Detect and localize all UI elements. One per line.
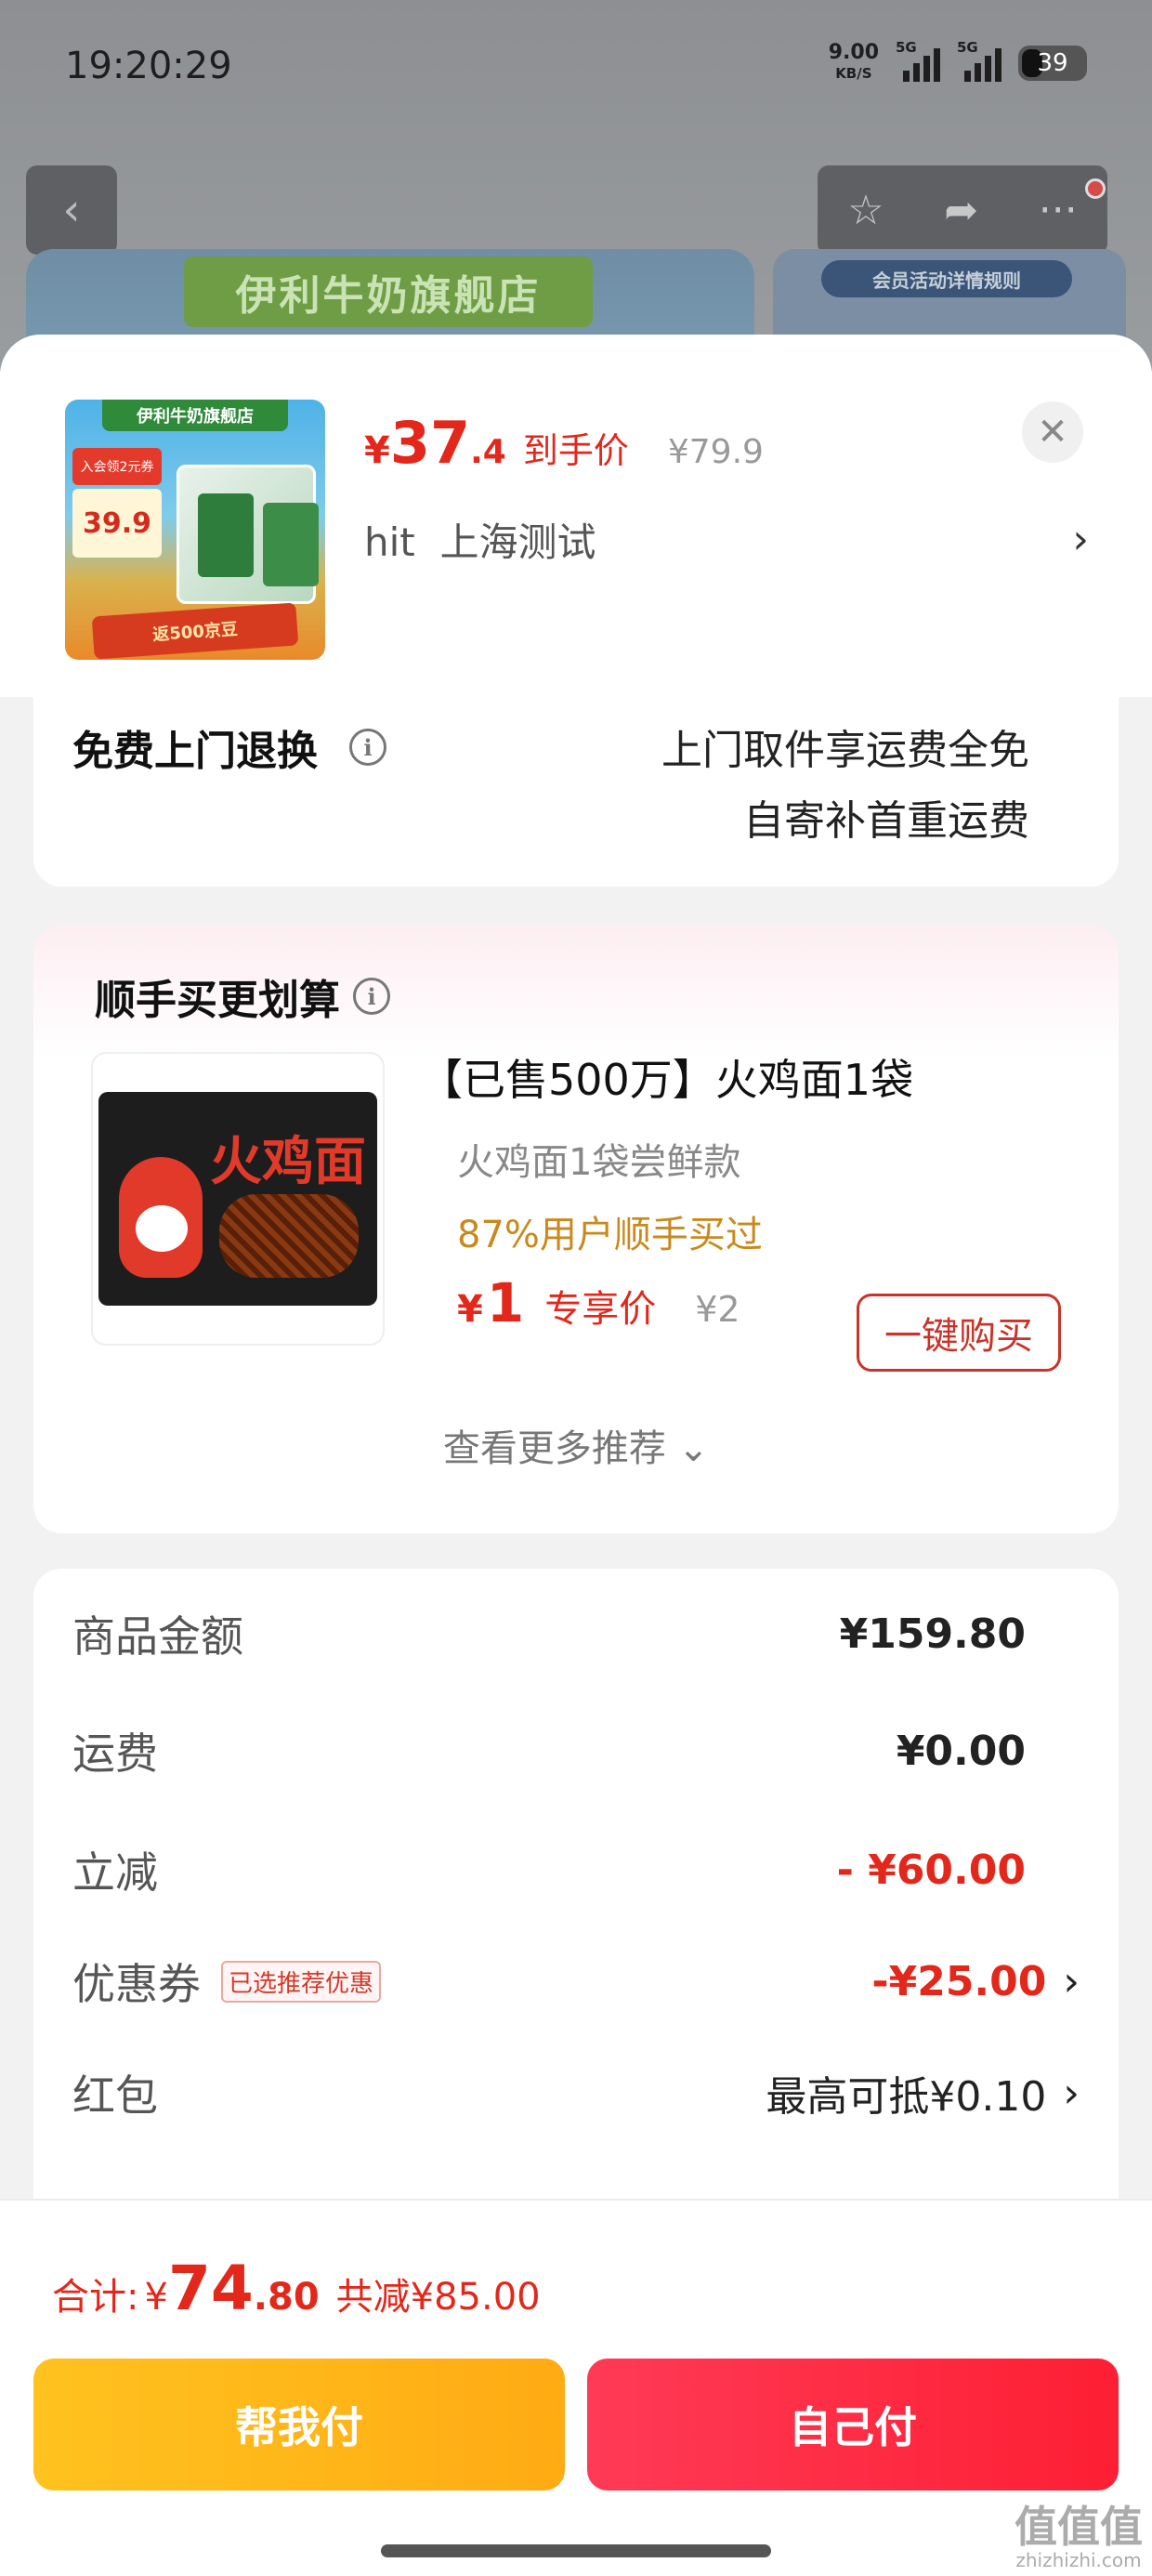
signal-icon: 5G [957,39,1001,82]
thumb-tag: 入会领2元券 [72,448,162,485]
summary-row-goods: 商品金额 ¥159.80 [72,1610,1026,1663]
coupon-badge: 已选推荐优惠 [221,1960,382,2003]
checkout-footer: 合计: ¥ 74 .80 共减¥85.00 帮我付 自己付 值值值 zhizhi… [0,2199,1152,2576]
return-details: 上门取件享运费全免 自寄补首重运费 [661,727,1029,845]
noodle-logo: 火鸡面 [210,1132,366,1192]
final-price-label: 到手价 [522,430,629,471]
noodle-package-image: 火鸡面 [98,1092,377,1306]
background-page: 19:20:29 9.00 KB/S 5G 5G 39 ‹ ☆ ➦ ··· 伊利… [0,0,1152,372]
chevron-right-icon: › [1063,2069,1080,2117]
close-button[interactable]: ✕ [1022,401,1083,463]
recommend-item-variant: 火鸡面1袋尝鲜款 [457,1141,741,1184]
recommend-item-price: ¥ 1 专享价 ¥2 [457,1271,740,1334]
share-icon: ➦ [944,186,979,234]
store-banner-title: 伊利牛奶旗舰店 [184,256,593,327]
summary-row-coupon[interactable]: 优惠券 已选推荐优惠 -¥25.00 › [72,1944,1080,2018]
info-icon[interactable]: i [349,729,386,766]
spec-text: hit 上海测试 [364,519,596,565]
signal-icon: 5G [896,39,940,82]
home-indicator[interactable] [381,2544,771,2557]
watermark: 值值值 zhizhizhi.com [1015,2502,1143,2571]
chicken-mascot [119,1157,203,1278]
notification-dot [1085,178,1106,199]
status-icons: 9.00 KB/S 5G 5G 39 [828,39,1087,84]
recommend-item-hint: 87%用户顺手买过 [457,1214,763,1256]
status-bar: 19:20:29 9.00 KB/S 5G 5G 39 [0,0,1152,139]
chevron-right-icon: › [1063,1957,1080,2005]
star-icon: ☆ [847,186,884,234]
chevron-down-icon: ⌄ [677,1427,710,1470]
member-rules-pill: 会员活动详情规则 [821,260,1072,297]
summary-row-shipping: 运费 ¥0.00 [72,1727,1026,1780]
recommend-card: 顺手买更划算 i 火鸡面 【已售500万】火鸡面1袋 火鸡面1袋尝鲜款 87%用… [33,926,1119,1533]
back-icon: ‹ [26,165,117,255]
summary-row-discount: 立减 - ¥60.00 [72,1846,1026,1899]
thumb-price-card: 39.9 [72,489,162,558]
summary-row-red-packet[interactable]: 红包 最高可抵¥0.10 › [72,2056,1080,2130]
ask-friend-pay-button[interactable]: 帮我付 [33,2359,565,2491]
chevron-right-icon: › [1072,516,1089,563]
return-title: 免费上门退换 i [72,717,386,777]
see-more-recommend[interactable]: 查看更多推荐 ⌄ [33,1418,1119,1472]
net-speed: 9.00 KB/S [828,41,879,83]
close-icon: ✕ [1037,411,1068,453]
recommend-item-name[interactable]: 【已售500万】火鸡面1袋 [420,1046,913,1108]
battery-icon: 39 [1018,46,1087,81]
recommend-item-image[interactable]: 火鸡面 [91,1052,385,1346]
top-actions: ☆ ➦ ··· [818,165,1107,255]
info-icon[interactable]: i [353,978,390,1015]
one-click-buy-button[interactable]: 一键购买 [857,1294,1061,1372]
thumb-band: 返500京豆 [91,602,299,660]
return-service-card: 免费上门退换 i 上门取件享运费全免 自寄补首重运费 [33,697,1119,887]
product-header: 伊利牛奶旗舰店 入会领2元券 39.9 返500京豆 ¥37.4 到手价 ¥79… [0,335,1152,697]
pay-myself-button[interactable]: 自己付 [587,2359,1119,2491]
milk-cartons-image [177,465,316,604]
more-icon: ··· [1038,186,1078,234]
noodle-picture [219,1194,359,1278]
order-total: 合计: ¥ 74 .80 共减¥85.00 [52,2253,541,2324]
final-price: ¥37.4 [364,409,506,477]
product-thumbnail[interactable]: 伊利牛奶旗舰店 入会领2元券 39.9 返500京豆 [65,400,325,660]
thumb-brand: 伊利牛奶旗舰店 [102,400,288,431]
spec-selector[interactable]: hit 上海测试 › [364,511,1089,568]
recommend-title: 顺手买更划算 i [95,966,390,1026]
price-row: ¥37.4 到手价 ¥79.9 [364,409,764,477]
original-price: ¥79.9 [667,433,764,471]
status-time: 19:20:29 [65,45,232,87]
